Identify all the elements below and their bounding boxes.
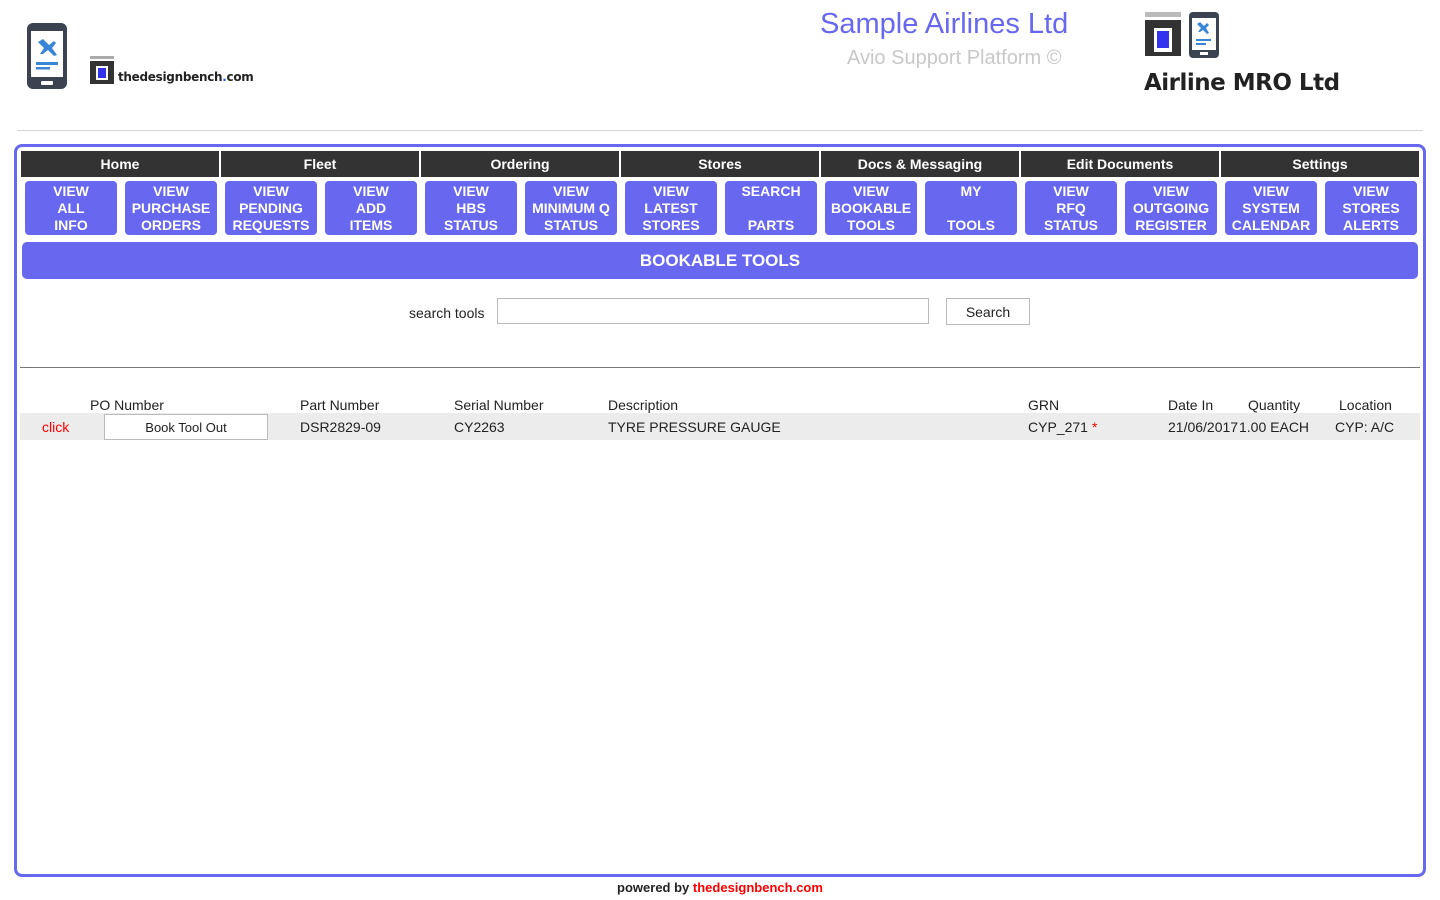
site-title: Sample Airlines Ltd — [820, 8, 1069, 40]
company-name: Airline MRO Ltd — [1144, 70, 1340, 96]
view-latest-stores-button[interactable]: VIEW LATEST STORES — [625, 181, 717, 235]
search-label: search tools — [409, 305, 485, 321]
category-fleet[interactable]: Fleet — [221, 151, 421, 177]
view-bookable-tools-button[interactable]: VIEW BOOKABLE TOOLS — [825, 181, 917, 235]
category-edit-documents[interactable]: Edit Documents — [1021, 151, 1221, 177]
view-rfq-status-button[interactable]: VIEW RFQ STATUS — [1025, 181, 1117, 235]
category-docs-messaging[interactable]: Docs & Messaging — [821, 151, 1021, 177]
view-add-items-button[interactable]: VIEW ADD ITEMS — [325, 181, 417, 235]
serial-number-cell: CY2263 — [454, 419, 505, 435]
location-cell: CYP: A/C — [1335, 419, 1395, 435]
footer: powered by thedesignbench.com — [0, 880, 1440, 895]
required-marker: * — [1091, 419, 1098, 435]
design-bench-box-icon — [1145, 12, 1181, 56]
header-divider — [17, 130, 1423, 131]
column-header-po-number: PO Number — [90, 397, 164, 413]
column-header-part-number: Part Number — [300, 397, 380, 413]
results-divider — [20, 367, 1420, 368]
view-minimum-q-status-button[interactable]: VIEW MINIMUM Q STATUS — [525, 181, 617, 235]
phone-airplane-icon — [26, 22, 68, 95]
design-bench-box-icon — [90, 56, 114, 84]
view-all-info-button[interactable]: VIEW ALL INFO — [25, 181, 117, 235]
click-link[interactable]: click — [42, 419, 69, 435]
category-settings[interactable]: Settings — [1221, 151, 1419, 177]
view-stores-alerts-button[interactable]: VIEW STORES ALERTS — [1325, 181, 1417, 235]
design-bench-logo: thedesignbench.com — [90, 56, 254, 84]
column-header-location: Location — [1339, 397, 1392, 413]
search-parts-button[interactable]: SEARCH PARTS — [725, 181, 817, 235]
footer-brand-link[interactable]: thedesignbench.com — [693, 880, 823, 895]
date-in-cell: 21/06/2017 — [1168, 419, 1239, 435]
category-bar: Home Fleet Ordering Stores Docs & Messag… — [21, 151, 1419, 177]
my-tools-button[interactable]: MY TOOLS — [925, 181, 1017, 235]
category-ordering[interactable]: Ordering — [421, 151, 621, 177]
column-header-date-in: Date In — [1168, 397, 1214, 413]
column-header-grn: GRN — [1028, 397, 1060, 413]
grn-value: CYP_271 — [1028, 419, 1088, 435]
phone-airplane-icon — [1189, 12, 1219, 58]
site-subtitle: Avio Support Platform © — [847, 47, 1062, 69]
column-header-description: Description — [608, 397, 679, 413]
category-stores[interactable]: Stores — [621, 151, 821, 177]
view-outgoing-register-button[interactable]: VIEW OUTGOING REGISTER — [1125, 181, 1217, 235]
book-tool-out-button[interactable]: Book Tool Out — [104, 414, 268, 440]
view-purchase-orders-button[interactable]: VIEW PURCHASE ORDERS — [125, 181, 217, 235]
main-panel: Home Fleet Ordering Stores Docs & Messag… — [14, 144, 1426, 877]
view-hbs-status-button[interactable]: VIEW HBS STATUS — [425, 181, 517, 235]
quantity-cell: 1.00 EACH — [1239, 419, 1310, 435]
search-button[interactable]: Search — [946, 298, 1030, 325]
part-number-cell: DSR2829-09 — [300, 419, 381, 435]
view-system-calendar-button[interactable]: VIEW SYSTEM CALENDAR — [1225, 181, 1317, 235]
company-logo — [1145, 12, 1225, 63]
search-tools-input[interactable] — [497, 298, 929, 324]
description-cell: TYRE PRESSURE GAUGE — [608, 419, 781, 435]
section-title: BOOKABLE TOOLS — [22, 242, 1418, 279]
nav-button-row: VIEW ALL INFO VIEW PURCHASE ORDERS VIEW PENDI… — [25, 181, 1417, 235]
footer-prefix: powered by — [617, 880, 693, 895]
design-bench-logo-text: thedesignbench.com — [118, 70, 254, 84]
column-header-serial-number: Serial Number — [454, 397, 544, 413]
grn-cell: CYP_271 * — [1028, 419, 1097, 435]
table-row: click Book Tool Out DSR2829-09 CY2263 TY… — [20, 413, 1420, 440]
column-header-quantity: Quantity — [1248, 397, 1301, 413]
category-home[interactable]: Home — [21, 151, 221, 177]
view-pending-requests-button[interactable]: VIEW PENDING REQUESTS — [225, 181, 317, 235]
